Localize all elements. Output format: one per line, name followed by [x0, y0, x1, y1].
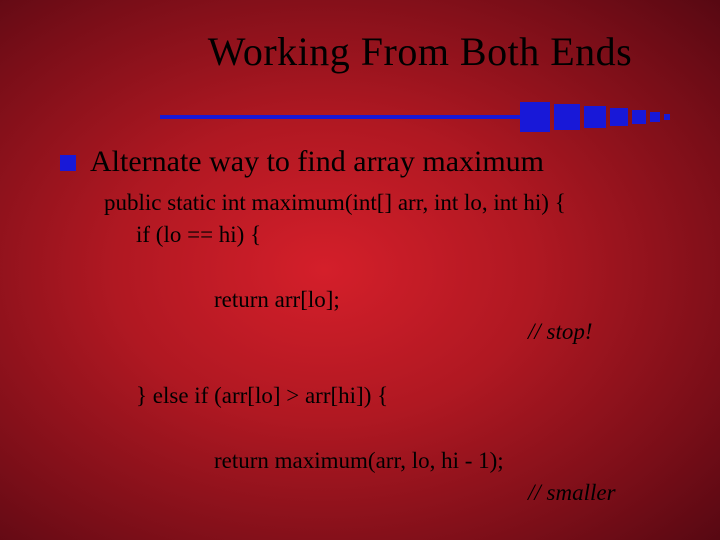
code-comment: // stop!: [528, 316, 593, 348]
bullet-square-icon: [60, 155, 76, 171]
code-line: if (lo == hi) {: [104, 219, 680, 251]
code-text: return maximum(arr, lo, hi - 1);: [214, 448, 504, 473]
slide-content: Alternate way to find array maximum publ…: [40, 145, 680, 540]
decoration-line: [160, 115, 520, 119]
code-line: return arr[lo]; // stop!: [104, 251, 680, 380]
deco-square: [632, 110, 646, 124]
code-line: public static int maximum(int[] arr, int…: [104, 187, 680, 219]
code-line: return maximum(arr, lo, hi - 1); // smal…: [104, 412, 680, 540]
decoration-squares: [520, 102, 674, 132]
bullet-text: Alternate way to find array maximum: [90, 145, 544, 179]
deco-square: [610, 108, 628, 126]
code-comment: // smaller: [528, 477, 616, 509]
code-block: public static int maximum(int[] arr, int…: [104, 187, 680, 540]
bullet-item: Alternate way to find array maximum: [60, 145, 680, 179]
deco-square: [584, 106, 606, 128]
decoration-bar: [160, 102, 674, 132]
deco-square: [650, 112, 660, 122]
deco-square: [664, 114, 670, 120]
slide: Working From Both Ends Alternate way to …: [0, 0, 720, 540]
code-text: return arr[lo];: [214, 287, 340, 312]
deco-square: [554, 104, 580, 130]
deco-square: [520, 102, 550, 132]
slide-title: Working From Both Ends: [160, 28, 680, 75]
code-line: } else if (arr[lo] > arr[hi]) {: [104, 380, 680, 412]
